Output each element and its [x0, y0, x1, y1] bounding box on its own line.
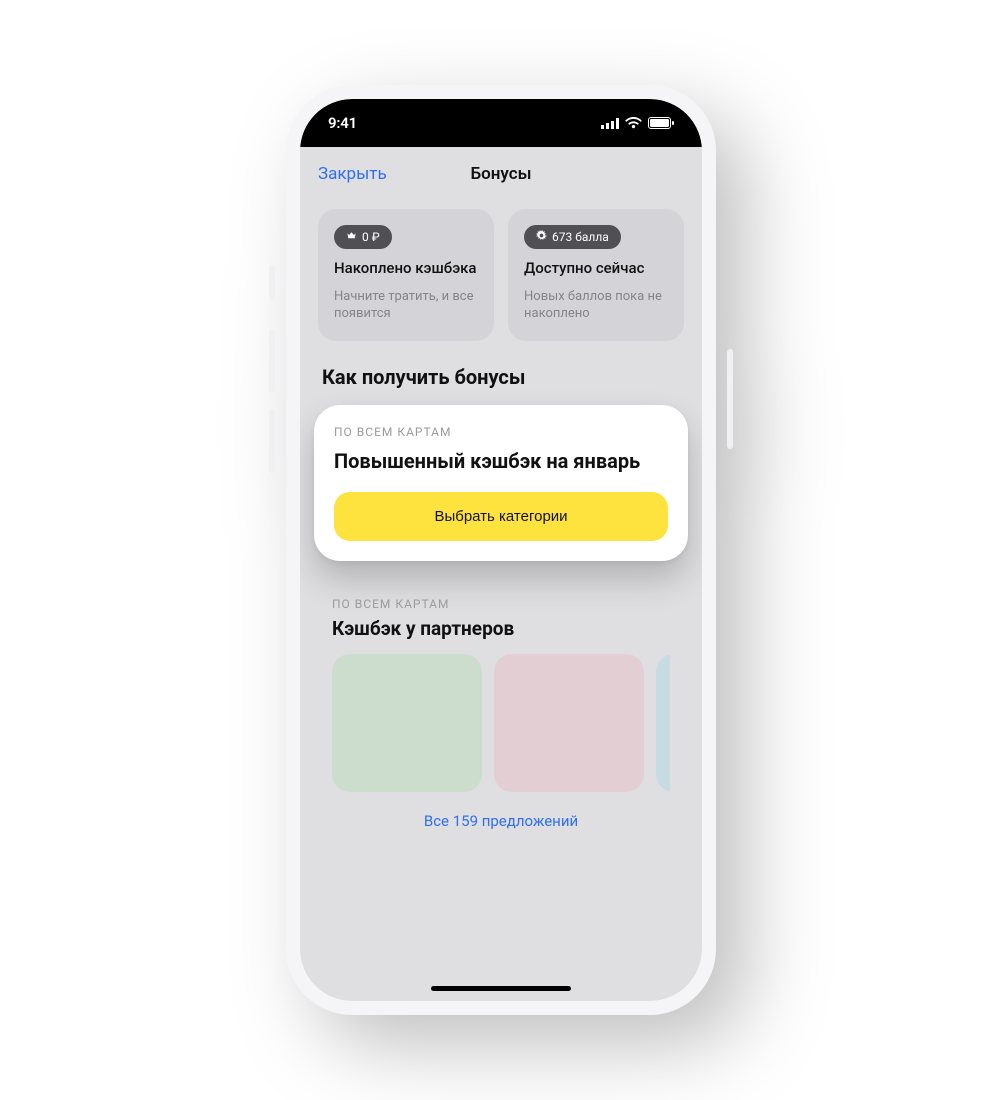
partner-tile[interactable] — [494, 654, 644, 792]
points-badge-text: 673 балла — [552, 230, 609, 244]
side-power-button — [727, 349, 733, 449]
close-button[interactable]: Закрыть — [318, 164, 387, 184]
partner-tile[interactable] — [656, 654, 670, 792]
choose-categories-button[interactable]: Выбрать категории — [334, 492, 668, 541]
nav-bar: Закрыть Бонусы — [300, 147, 702, 201]
partners-section: ПО ВСЕМ КАРТАМ Кэшбэк у партнеров Все 15… — [314, 579, 688, 852]
gear-icon — [536, 230, 547, 244]
promo-eyebrow: ПО ВСЕМ КАРТАМ — [334, 425, 668, 439]
side-volume-up-button — [269, 329, 275, 393]
battery-icon — [648, 114, 674, 133]
crown-icon — [346, 230, 357, 244]
cashback-card[interactable]: 0 ₽ Накоплено кэшбэка Начните тратить, и… — [318, 209, 494, 341]
partners-title: Кэшбэк у партнеров — [332, 617, 670, 640]
partners-eyebrow: ПО ВСЕМ КАРТАМ — [332, 597, 670, 611]
phone-notch — [406, 99, 596, 133]
partner-tiles-row[interactable] — [332, 654, 670, 792]
home-indicator[interactable] — [431, 986, 571, 991]
status-time: 9:41 — [328, 114, 357, 132]
points-card-subtitle: Новых баллов пока не накоплено — [524, 288, 668, 323]
points-badge: 673 балла — [524, 225, 621, 249]
status-icons — [601, 114, 674, 133]
cashback-card-subtitle: Начните тратить, и все появится — [334, 288, 478, 323]
promo-title: Повышенный кэшбэк на январь — [334, 449, 668, 474]
all-offers-link[interactable]: Все 159 предложений — [332, 792, 670, 836]
side-silent-button — [269, 265, 275, 301]
phone-screen: 9:41 Закрыть Бонусы — [300, 99, 702, 1001]
cellular-signal-icon — [601, 114, 619, 133]
partner-tile[interactable] — [332, 654, 482, 792]
section-heading-bonuses: Как получить бонусы — [300, 361, 702, 399]
phone-frame: 9:41 Закрыть Бонусы — [286, 85, 716, 1015]
page-title: Бонусы — [470, 164, 531, 184]
cashback-card-title: Накоплено кэшбэка — [334, 259, 478, 278]
points-card-title: Доступно сейчас — [524, 259, 668, 278]
promo-card-cashback-january[interactable]: ПО ВСЕМ КАРТАМ Повышенный кэшбэк на янва… — [314, 405, 688, 561]
wifi-icon — [625, 114, 642, 133]
cashback-badge-text: 0 ₽ — [362, 230, 380, 244]
points-card[interactable]: 673 балла Доступно сейчас Новых баллов п… — [508, 209, 684, 341]
cashback-badge: 0 ₽ — [334, 225, 392, 249]
summary-cards-row: 0 ₽ Накоплено кэшбэка Начните тратить, и… — [300, 201, 702, 361]
side-volume-down-button — [269, 409, 275, 473]
